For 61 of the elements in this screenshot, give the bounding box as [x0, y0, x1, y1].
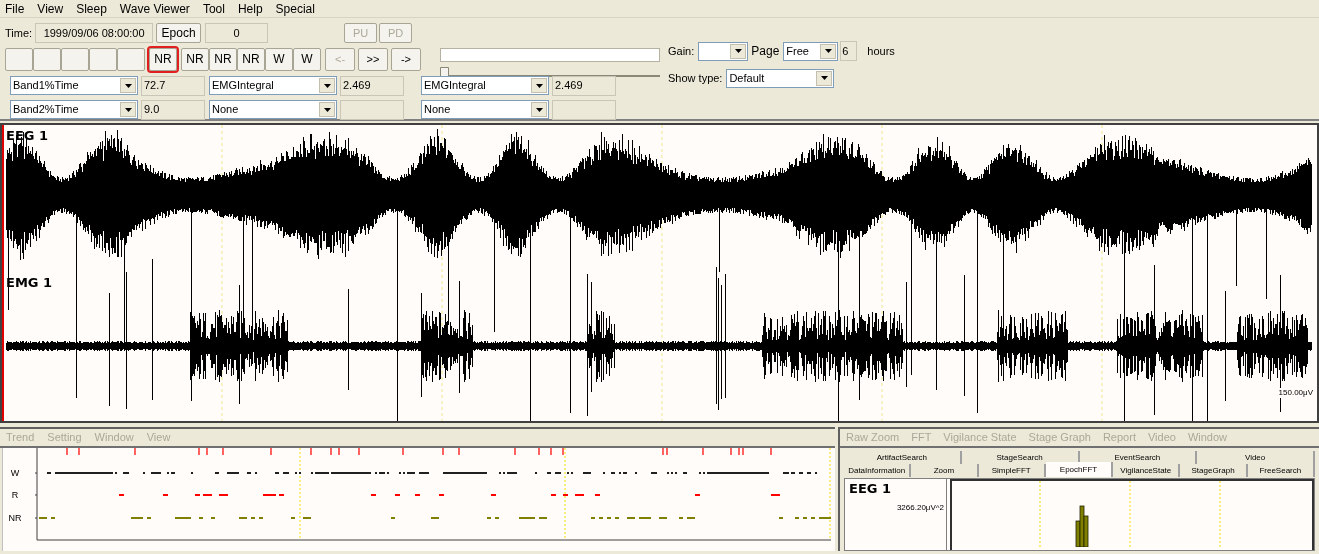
nav-button[interactable]: -> — [391, 47, 421, 71]
dropdown-arrow-icon — [535, 107, 543, 112]
time-label: Time: — [5, 25, 33, 41]
measure-value-field: 9.0 — [141, 99, 205, 120]
dropdown-arrow-icon — [535, 83, 543, 88]
stage-button[interactable]: W — [265, 47, 293, 71]
stage-button[interactable]: NR — [149, 47, 177, 71]
scale-label: 150.00μV — [1277, 388, 1314, 398]
menu-item[interactable]: Help — [237, 0, 263, 18]
dropdown-arrow-icon — [323, 83, 331, 88]
measure-value-field: 72.7 — [141, 75, 205, 96]
menu-item[interactable]: Wave Viewer — [119, 0, 190, 18]
stage-button[interactable] — [5, 47, 33, 71]
menu-item[interactable]: View — [37, 0, 64, 18]
measure-value-field — [552, 99, 616, 120]
stage-button[interactable] — [61, 47, 89, 71]
measure-dropdown[interactable]: None — [421, 100, 549, 119]
y-axis-max-label: 3266.20μV^2 — [896, 501, 944, 514]
page-dropdown[interactable]: Free — [783, 41, 839, 61]
dropdown-arrow-icon — [824, 49, 832, 53]
stage-button[interactable]: NR — [237, 47, 265, 71]
dropdown-arrow-icon — [734, 49, 742, 53]
stage-axis-label: R — [10, 489, 20, 502]
stage-axis-label: NR — [7, 512, 23, 525]
hours-field: 6 — [840, 41, 858, 61]
menu-item[interactable]: Sleep — [76, 0, 107, 18]
menu-item[interactable]: File — [5, 0, 25, 18]
stage-button[interactable] — [33, 47, 61, 71]
measure-value-field — [340, 99, 404, 120]
stage-button[interactable] — [117, 47, 145, 71]
measure-value-field: 2.469 — [552, 75, 616, 96]
measure-dropdown[interactable]: EMGIntegral — [421, 76, 549, 95]
stage-axis-label: W — [9, 467, 21, 480]
dropdown-arrow-icon — [820, 76, 828, 80]
stage-button[interactable]: NR — [209, 47, 237, 71]
channel-label: EEG 1 — [849, 480, 892, 498]
measure-dropdown[interactable]: EMGIntegral — [209, 76, 337, 95]
measure-value-field: 2.469 — [340, 75, 404, 96]
show-type-label: Show type: — [668, 70, 723, 86]
page-label: Page — [751, 43, 780, 60]
menu-item[interactable]: Special — [275, 0, 315, 18]
spectrum-bars-drawing — [1075, 505, 1089, 547]
stage-button[interactable]: W — [293, 47, 321, 71]
dropdown-arrow-icon — [124, 107, 132, 112]
gain-dropdown[interactable] — [698, 41, 749, 61]
time-field: 1999/09/06 08:00:00 — [35, 23, 154, 43]
gain-label: Gain: — [668, 43, 695, 59]
measure-dropdown[interactable]: Band2%Time — [10, 100, 138, 119]
epoch-button[interactable]: Epoch — [156, 23, 202, 43]
dropdown-arrow-icon — [124, 83, 132, 88]
nav-button[interactable]: >> — [358, 47, 388, 71]
dropdown-arrow-icon — [323, 107, 331, 112]
show-type-dropdown[interactable]: Default — [726, 68, 835, 88]
measure-dropdown[interactable]: None — [209, 100, 337, 119]
hours-label: hours — [867, 43, 895, 59]
measure-dropdown[interactable]: Band1%Time — [10, 76, 138, 95]
epoch-field: 0 — [205, 23, 269, 43]
stage-button[interactable]: NR — [181, 47, 209, 71]
tab[interactable]: EpochFFT — [1045, 462, 1114, 477]
menu-item[interactable]: Tool — [202, 0, 225, 18]
stage-button[interactable] — [89, 47, 117, 71]
